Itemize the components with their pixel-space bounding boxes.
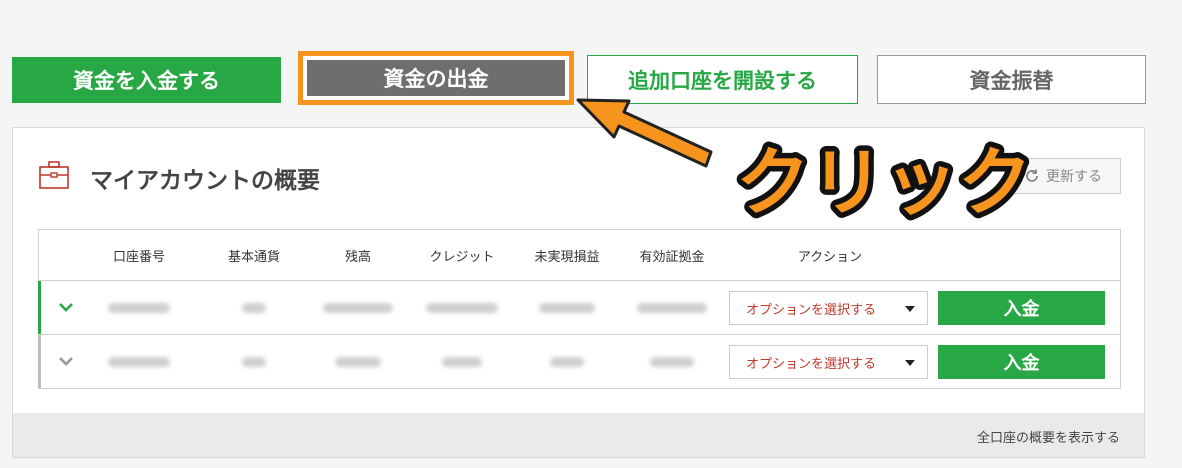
withdraw-highlight-frame: 資金の出金 <box>298 51 574 105</box>
redacted-unrealized-pl <box>539 303 595 313</box>
options-select[interactable]: オプションを選択する <box>729 291 928 325</box>
deposit-funds-button[interactable]: 資金を入金する <box>12 57 281 103</box>
briefcase-icon <box>39 161 69 189</box>
row-indicator <box>38 335 41 388</box>
column-header-base-currency: 基本通貨 <box>227 250 281 265</box>
withdraw-funds-button[interactable]: 資金の出金 <box>307 60 565 96</box>
caret-down-icon <box>905 360 915 366</box>
column-header-credit: クレジット <box>429 250 495 265</box>
options-select-label: オプションを選択する <box>746 356 877 372</box>
panel-footer: 全口座の概要を表示する <box>13 413 1144 457</box>
open-additional-account-button[interactable]: 追加口座を開設する <box>587 55 858 104</box>
table-row: オプションを選択する 入金 <box>38 335 1120 388</box>
column-header-account-number: 口座番号 <box>112 250 166 265</box>
redacted-equity <box>637 303 707 313</box>
row-active-indicator <box>38 281 41 334</box>
redacted-unrealized-pl <box>550 357 584 367</box>
column-header-balance: 残高 <box>344 250 372 265</box>
column-header-unrealized-pl: 未実現損益 <box>534 250 600 265</box>
accounts-table: 口座番号 基本通貨 残高 クレジット 未実現損益 有効証拠金 アクション オプシ… <box>38 229 1121 389</box>
chevron-down-icon[interactable] <box>57 352 75 370</box>
caret-down-icon <box>905 306 915 312</box>
view-all-accounts-link[interactable]: 全口座の概要を表示する <box>977 427 1120 446</box>
refresh-icon <box>1026 169 1038 182</box>
refresh-button[interactable]: 更新する <box>1005 158 1121 194</box>
redacted-credit <box>442 357 482 367</box>
redacted-account-number <box>108 357 170 367</box>
row-deposit-button[interactable]: 入金 <box>938 345 1105 379</box>
column-header-equity: 有効証拠金 <box>639 250 705 265</box>
redacted-equity <box>650 357 694 367</box>
redacted-base-currency <box>242 357 266 367</box>
table-row: オプションを選択する 入金 <box>38 281 1120 334</box>
redacted-balance <box>323 303 393 313</box>
options-select[interactable]: オプションを選択する <box>729 345 928 379</box>
column-header-action: アクション <box>797 250 863 265</box>
panel-title: マイアカウントの概要 <box>90 168 320 194</box>
refresh-label: 更新する <box>1046 169 1102 185</box>
redacted-credit <box>426 303 498 313</box>
redacted-base-currency <box>242 303 266 313</box>
row-deposit-button[interactable]: 入金 <box>938 291 1105 325</box>
account-overview-panel: マイアカウントの概要 更新する 口座番号 基本通貨 残高 クレジット 未実現損益… <box>12 127 1145 458</box>
transfer-funds-button[interactable]: 資金振替 <box>877 55 1146 104</box>
chevron-down-icon[interactable] <box>57 298 75 316</box>
options-select-label: オプションを選択する <box>746 302 877 318</box>
redacted-account-number <box>108 303 170 313</box>
redacted-balance <box>335 357 381 367</box>
